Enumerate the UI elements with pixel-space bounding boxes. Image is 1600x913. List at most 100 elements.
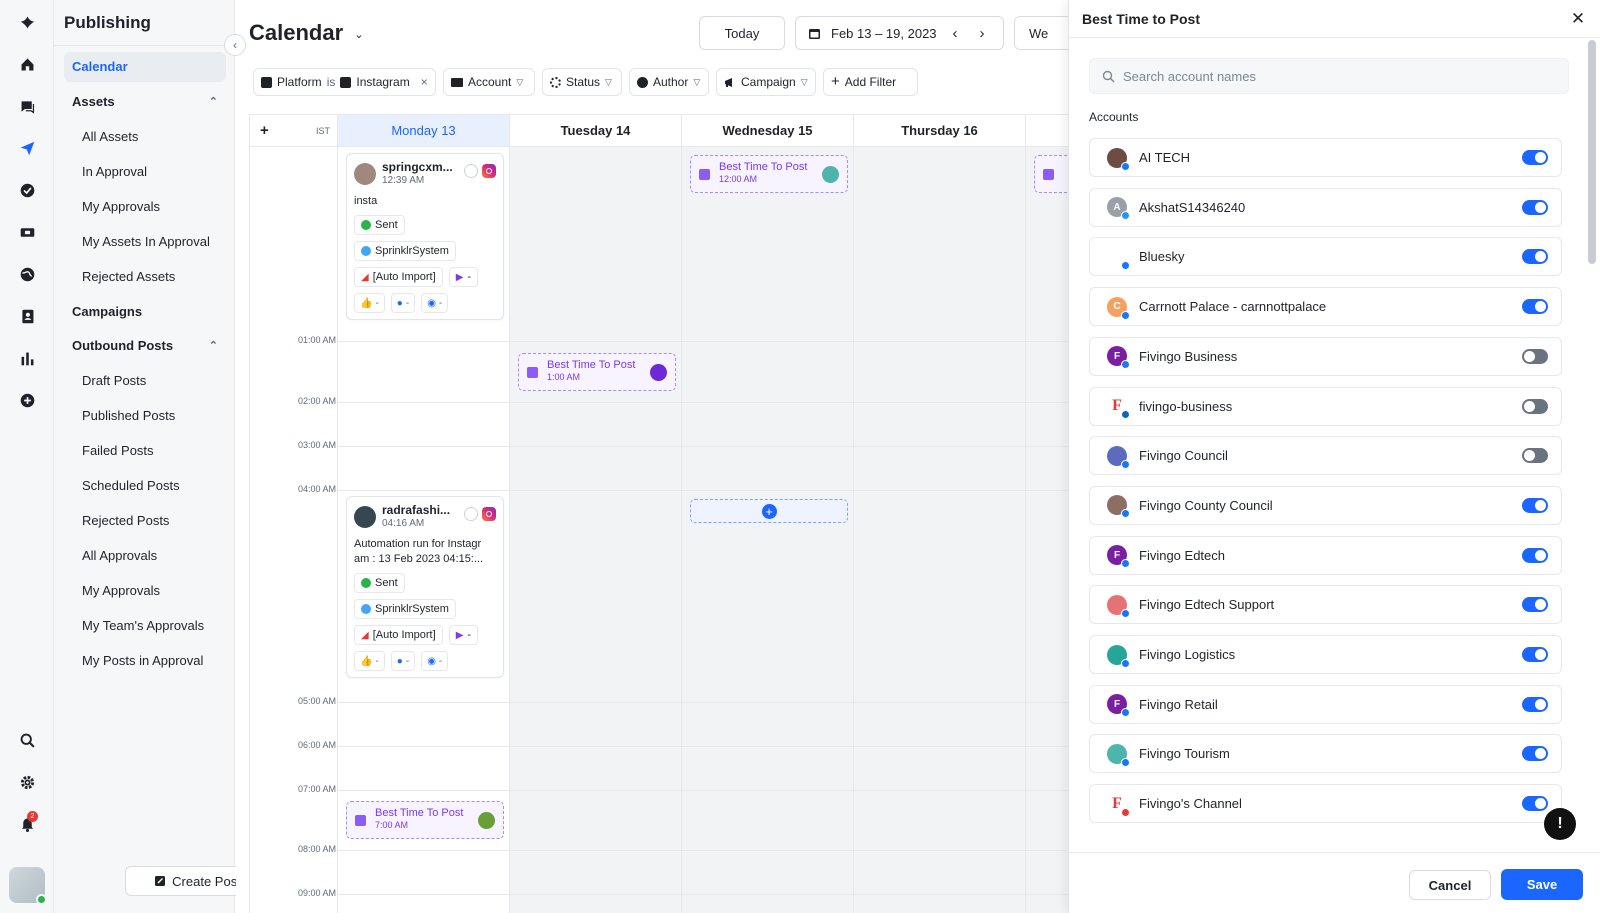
sidebar-item-all-assets[interactable]: All Assets xyxy=(64,122,226,152)
account-toggle[interactable] xyxy=(1522,299,1548,315)
account-row[interactable]: Fivingo County Council xyxy=(1089,485,1562,525)
sidebar-item-assets[interactable]: Assets ⌃ xyxy=(64,87,226,117)
sidebar-item-outbound-posts[interactable]: Outbound Posts ⌃ xyxy=(64,331,226,361)
check-circle-icon[interactable] xyxy=(14,177,40,203)
day-header-wednesday[interactable]: Wednesday 15 xyxy=(682,115,854,147)
account-row[interactable]: C Carrnott Palace - carnnottpalace xyxy=(1089,287,1562,327)
sidebar-item-in-approval[interactable]: In Approval xyxy=(64,157,226,187)
platform-filter[interactable]: Platform is Instagram × xyxy=(253,68,436,96)
account-toggle[interactable] xyxy=(1522,249,1548,265)
account-toggle[interactable] xyxy=(1522,696,1548,712)
campaign-filter[interactable]: Campaign ▽ xyxy=(716,68,816,96)
add-filter-button[interactable]: + Add Filter xyxy=(823,68,918,96)
account-row[interactable]: F Fivingo's Channel xyxy=(1089,784,1562,824)
account-row[interactable]: F Fivingo Business xyxy=(1089,336,1562,376)
sidebar-item-my-assets-in-approval[interactable]: My Assets In Approval xyxy=(64,227,226,257)
day-column-friday[interactable] xyxy=(1026,147,1068,913)
best-time-slot[interactable]: Best Time To Post 1:00 AM xyxy=(518,353,676,391)
account-filter[interactable]: Account ▽ xyxy=(443,68,535,96)
account-row[interactable]: Fivingo Council xyxy=(1089,436,1562,476)
post-card[interactable]: springcxm... 12:39 AM insta Sent Sprinkl… xyxy=(346,153,504,320)
day-header-thursday[interactable]: Thursday 16 xyxy=(854,115,1026,147)
account-row[interactable]: Bluesky xyxy=(1089,237,1562,277)
sidebar-item-failed-posts[interactable]: Failed Posts xyxy=(64,436,226,466)
account-row[interactable]: Fivingo Edtech Support xyxy=(1089,585,1562,625)
sidebar-item-rejected-posts[interactable]: Rejected Posts xyxy=(64,506,226,536)
day-column-thursday[interactable] xyxy=(854,147,1026,913)
sidebar-item-my-posts-in-approval[interactable]: My Posts in Approval xyxy=(64,646,226,676)
status-filter[interactable]: Status ▽ xyxy=(542,68,622,96)
today-button[interactable]: Today xyxy=(699,16,785,50)
post-card[interactable]: radrafashi... 04:16 AM Automation run fo… xyxy=(346,496,504,678)
account-row[interactable]: F Fivingo Retail xyxy=(1089,684,1562,724)
account-toggle[interactable] xyxy=(1522,647,1548,662)
home-icon[interactable] xyxy=(14,51,40,77)
search-icon[interactable] xyxy=(14,727,40,753)
chat-icon[interactable] xyxy=(14,93,40,119)
remove-filter-icon[interactable]: × xyxy=(421,75,428,89)
bar-chart-icon[interactable] xyxy=(14,345,40,371)
previous-week-icon[interactable]: ‹ xyxy=(953,25,958,42)
best-time-slot[interactable]: Best Time To Post 12:00 AM xyxy=(690,155,848,193)
account-toggle[interactable] xyxy=(1522,199,1548,215)
account-toggle[interactable] xyxy=(1522,746,1548,762)
close-icon[interactable]: ✕ xyxy=(1568,9,1588,29)
day-column-wednesday[interactable] xyxy=(682,147,854,913)
chevron-up-icon[interactable]: ⌃ xyxy=(209,87,218,117)
account-toggle[interactable] xyxy=(1522,497,1548,513)
send-icon[interactable] xyxy=(14,135,40,161)
chevron-up-icon[interactable]: ⌃ xyxy=(209,331,218,361)
sidebar-item-campaigns[interactable]: Campaigns xyxy=(64,297,226,327)
view-selector[interactable]: We xyxy=(1014,16,1068,50)
account-row[interactable]: AI TECH xyxy=(1089,138,1562,177)
sidebar-item-my-approvals[interactable]: My Approvals xyxy=(64,192,226,222)
account-row[interactable]: Ffivingo-business xyxy=(1089,386,1562,426)
author-filter[interactable]: Author ▽ xyxy=(629,68,709,96)
ticket-icon[interactable] xyxy=(14,219,40,245)
account-row[interactable]: A AkshatS14346240 xyxy=(1089,187,1562,227)
cancel-button[interactable]: Cancel xyxy=(1409,870,1491,900)
account-search-input[interactable] xyxy=(1123,68,1543,84)
sidebar-item-all-approvals[interactable]: All Approvals xyxy=(64,541,226,571)
add-event-icon[interactable]: + xyxy=(260,122,269,139)
contacts-icon[interactable] xyxy=(14,303,40,329)
account-toggle[interactable] xyxy=(1522,448,1548,464)
sidebar-item-rejected-assets[interactable]: Rejected Assets xyxy=(64,262,226,292)
scrollbar-thumb[interactable] xyxy=(1588,40,1596,264)
day-header-friday[interactable] xyxy=(1026,115,1068,147)
next-week-icon[interactable]: › xyxy=(980,25,985,42)
day-header-tuesday[interactable]: Tuesday 14 xyxy=(510,115,682,147)
alert-fab-button[interactable]: ! xyxy=(1544,808,1576,840)
date-range-picker[interactable]: Feb 13 – 19, 2023 ‹ › xyxy=(795,16,1004,50)
account-toggle[interactable] xyxy=(1522,547,1548,563)
plus-circle-icon[interactable] xyxy=(14,387,40,413)
account-toggle[interactable] xyxy=(1522,150,1548,165)
account-toggle[interactable] xyxy=(1522,597,1548,613)
save-button[interactable]: Save xyxy=(1501,869,1583,900)
globe-icon[interactable] xyxy=(14,261,40,287)
account-row[interactable]: F Fivingo Edtech xyxy=(1089,535,1562,575)
account-toggle[interactable] xyxy=(1522,398,1548,414)
chevron-down-icon[interactable]: ⌄ xyxy=(350,25,368,43)
bell-icon[interactable]: 2 xyxy=(14,811,40,837)
sidebar-item-published-posts[interactable]: Published Posts xyxy=(64,401,226,431)
sidebar-item-draft-posts[interactable]: Draft Posts xyxy=(64,366,226,396)
day-column-tuesday[interactable] xyxy=(510,147,682,913)
best-time-slot[interactable] xyxy=(1034,155,1068,193)
logo-icon[interactable] xyxy=(14,9,40,35)
day-header-monday[interactable]: Monday 13 xyxy=(338,115,510,147)
account-toggle[interactable] xyxy=(1522,796,1548,812)
panel-scrollbar[interactable] xyxy=(1588,40,1596,846)
best-time-slot[interactable]: Best Time To Post 7:00 AM xyxy=(346,801,504,839)
account-search[interactable] xyxy=(1089,58,1569,94)
account-row[interactable]: Fivingo Tourism xyxy=(1089,734,1562,774)
add-post-slot[interactable]: + xyxy=(690,499,848,523)
user-avatar[interactable] xyxy=(9,867,47,905)
sidebar-item-scheduled-posts[interactable]: Scheduled Posts xyxy=(64,471,226,501)
account-toggle[interactable] xyxy=(1522,348,1548,364)
collapse-sidebar-button[interactable]: ‹ xyxy=(224,34,246,56)
sidebar-item-calendar[interactable]: Calendar xyxy=(64,52,226,82)
sidebar-item-my-approvals[interactable]: My Approvals xyxy=(64,576,226,606)
account-row[interactable]: Fivingo Logistics xyxy=(1089,635,1562,674)
sidebar-item-my-team-s-approvals[interactable]: My Team's Approvals xyxy=(64,611,226,641)
